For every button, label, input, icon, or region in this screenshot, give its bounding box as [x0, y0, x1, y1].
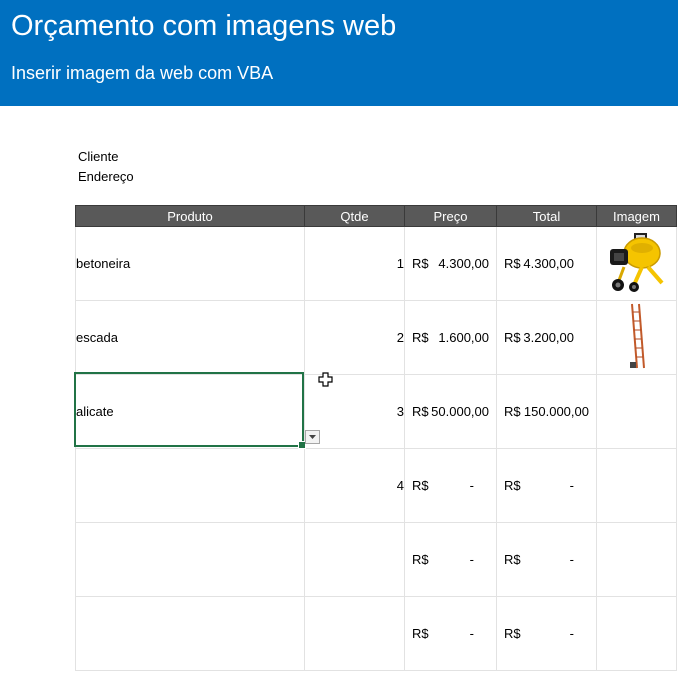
cell-imagem[interactable]	[596, 448, 677, 523]
currency-symbol: R$	[412, 330, 429, 345]
cell-produto[interactable]: escada	[75, 300, 305, 375]
column-header-imagem[interactable]: Imagem	[596, 205, 677, 227]
preco-value: 4.300,00	[438, 256, 489, 271]
total-value: 150.000,00	[523, 404, 589, 419]
currency-symbol: R$	[504, 330, 521, 345]
cell-produto[interactable]	[75, 448, 305, 523]
currency-symbol: R$	[504, 256, 521, 271]
currency-symbol: R$	[412, 626, 429, 641]
cell-preco[interactable]: R$ 4.300,00	[404, 226, 497, 301]
header-banner: Orçamento com imagens web Inserir imagem…	[0, 0, 678, 106]
page-subtitle: Inserir imagem da web com VBA	[11, 63, 274, 83]
cell-produto[interactable]	[75, 522, 305, 597]
cell-total[interactable]: R$ 3.200,00	[496, 300, 597, 375]
table-row: 4 R$ - R$ -	[75, 448, 677, 523]
ladder-image[interactable]	[627, 302, 647, 370]
total-value: -	[569, 552, 574, 567]
cell-qtde[interactable]	[304, 596, 405, 671]
currency-symbol: R$	[412, 256, 429, 271]
cell-preco[interactable]: R$ -	[404, 522, 497, 597]
preco-value: 50.000,00	[431, 404, 489, 419]
cell-qtde[interactable]: 2	[304, 300, 405, 375]
cell-preco[interactable]: R$ -	[404, 448, 497, 523]
cell-qtde[interactable]: 1	[304, 226, 405, 301]
table-row: escada 2 R$ 1.600,00 R$ 3.200,00	[75, 300, 677, 375]
cell-total[interactable]: R$ 150.000,00	[496, 374, 597, 449]
cell-produto[interactable]: betoneira	[75, 226, 305, 301]
cell-total[interactable]: R$ 4.300,00	[496, 226, 597, 301]
preco-value: -	[469, 626, 474, 641]
preco-value: 1.600,00	[438, 330, 489, 345]
total-value: 3.200,00	[523, 330, 574, 345]
currency-symbol: R$	[504, 478, 521, 493]
table-row: betoneira 1 R$ 4.300,00 R$ 4.300,00	[75, 226, 677, 301]
table-row: R$ - R$ -	[75, 522, 677, 597]
cell-preco[interactable]: R$ -	[404, 596, 497, 671]
currency-symbol: R$	[504, 552, 521, 567]
endereco-label[interactable]: Endereço	[78, 169, 134, 184]
cell-cursor-icon	[318, 372, 333, 387]
cell-total[interactable]: R$ -	[496, 596, 597, 671]
cell-imagem[interactable]	[596, 226, 677, 301]
column-header-preco[interactable]: Preço	[404, 205, 497, 227]
table-header-row: Produto Qtde Preço Total Imagem	[75, 205, 677, 227]
currency-symbol: R$	[412, 552, 429, 567]
total-value: -	[569, 626, 574, 641]
dropdown-arrow-button[interactable]	[305, 430, 320, 444]
cliente-label[interactable]: Cliente	[78, 149, 118, 164]
currency-symbol: R$	[412, 478, 429, 493]
column-header-qtde[interactable]: Qtde	[304, 205, 405, 227]
cell-produto[interactable]	[75, 596, 305, 671]
selected-cell-border	[74, 372, 306, 449]
chevron-down-icon	[309, 435, 316, 439]
concrete-mixer-image[interactable]	[604, 231, 670, 293]
currency-symbol: R$	[504, 626, 521, 641]
cell-qtde[interactable]: 4	[304, 448, 405, 523]
cell-imagem[interactable]	[596, 300, 677, 375]
cell-preco[interactable]: R$ 1.600,00	[404, 300, 497, 375]
preco-value: -	[469, 552, 474, 567]
total-value: -	[569, 478, 574, 493]
cell-preco[interactable]: R$ 50.000,00	[404, 374, 497, 449]
currency-symbol: R$	[504, 404, 521, 419]
cell-imagem[interactable]	[596, 522, 677, 597]
cell-imagem[interactable]	[596, 374, 677, 449]
column-header-produto[interactable]: Produto	[75, 205, 305, 227]
cell-qtde[interactable]	[304, 522, 405, 597]
table-row: R$ - R$ -	[75, 596, 677, 671]
page-title: Orçamento com imagens web	[11, 10, 397, 42]
cell-total[interactable]: R$ -	[496, 522, 597, 597]
column-header-total[interactable]: Total	[496, 205, 597, 227]
preco-value: -	[469, 478, 474, 493]
total-value: 4.300,00	[523, 256, 574, 271]
currency-symbol: R$	[412, 404, 429, 419]
cell-total[interactable]: R$ -	[496, 448, 597, 523]
cell-imagem[interactable]	[596, 596, 677, 671]
